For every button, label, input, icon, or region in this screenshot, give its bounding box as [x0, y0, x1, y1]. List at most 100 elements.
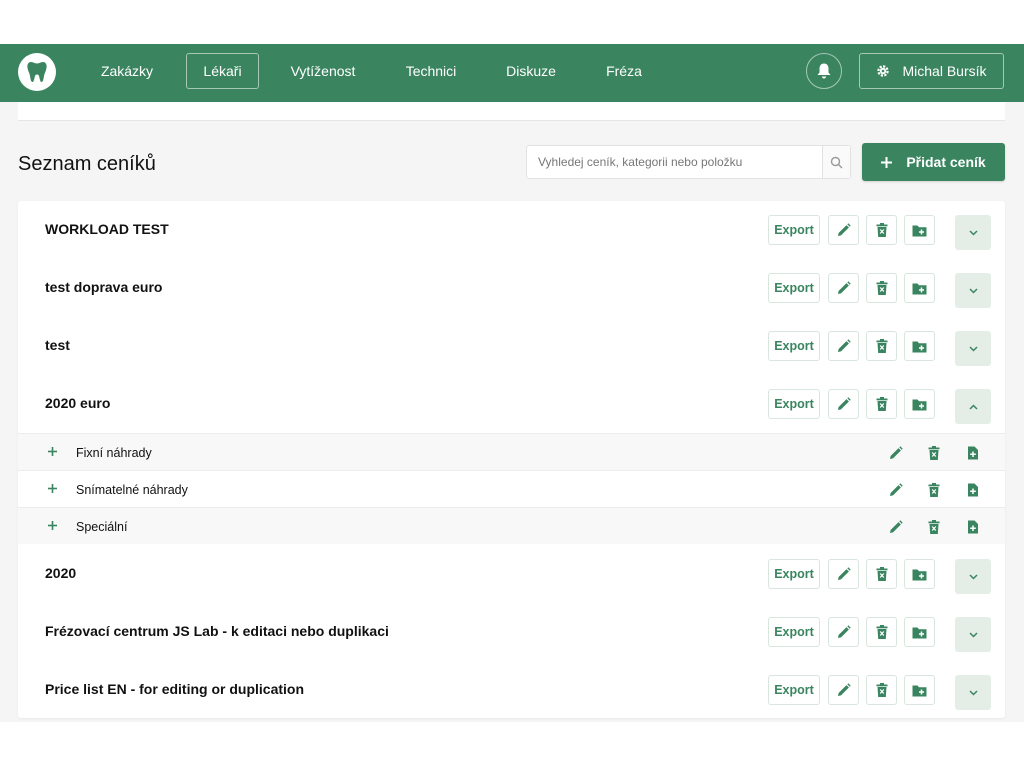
- edit-pricelist-button[interactable]: [828, 389, 859, 419]
- pencil-icon: [890, 446, 903, 459]
- delete-pricelist-button[interactable]: [866, 331, 897, 361]
- edit-pricelist-button[interactable]: [828, 331, 859, 361]
- add-category-button[interactable]: [904, 675, 935, 705]
- pricelist-row: Frézovací centrum JS Lab - k editaci neb…: [18, 603, 1005, 661]
- pencil-icon: [837, 397, 851, 410]
- folder-plus-icon: [912, 225, 927, 236]
- edit-category-button[interactable]: [887, 481, 905, 499]
- category-row: Speciální: [18, 507, 1005, 544]
- trash-icon: [876, 397, 887, 411]
- nav-item-lekari[interactable]: Lékaři: [186, 53, 259, 89]
- edit-pricelist-button[interactable]: [828, 215, 859, 245]
- export-button[interactable]: Export: [768, 389, 820, 419]
- top-navbar: Zakázky Lékaři Vytíženost Technici Disku…: [0, 44, 1024, 102]
- delete-pricelist-button[interactable]: [866, 273, 897, 303]
- pricelist-row: WORKLOAD TEST Export: [18, 201, 1005, 259]
- export-button[interactable]: Export: [768, 273, 820, 303]
- edit-category-button[interactable]: [887, 518, 905, 536]
- expand-pricelist-button[interactable]: [955, 215, 991, 250]
- add-category-button[interactable]: [904, 331, 935, 361]
- add-item-button[interactable]: [964, 518, 982, 536]
- pricelist-name: 2020: [45, 565, 77, 581]
- delete-pricelist-button[interactable]: [866, 675, 897, 705]
- nav-item-diskuze[interactable]: Diskuze: [492, 53, 570, 89]
- file-plus-icon: [968, 483, 978, 497]
- plus-icon: [47, 446, 57, 456]
- file-plus-icon: [968, 446, 978, 460]
- add-category-button[interactable]: [904, 617, 935, 647]
- user-menu-button[interactable]: Michal Bursík: [859, 53, 1004, 89]
- folder-plus-icon: [912, 569, 927, 580]
- pricelist-name: Frézovací centrum JS Lab - k editaci neb…: [45, 623, 389, 639]
- delete-pricelist-button[interactable]: [866, 617, 897, 647]
- add-category-button[interactable]: [904, 559, 935, 589]
- folder-plus-icon: [912, 399, 927, 410]
- pencil-icon: [837, 281, 851, 294]
- pricelist-row: test doprava euro Export: [18, 259, 1005, 317]
- expand-pricelist-button[interactable]: [955, 273, 991, 308]
- add-pricelist-label: Přidat ceník: [906, 154, 986, 170]
- add-pricelist-button[interactable]: Přidat ceník: [862, 143, 1005, 181]
- folder-plus-icon: [912, 341, 927, 352]
- category-name: Speciální: [76, 520, 128, 534]
- expand-category-button[interactable]: [45, 444, 59, 458]
- expand-pricelist-button[interactable]: [955, 675, 991, 710]
- edit-pricelist-button[interactable]: [828, 273, 859, 303]
- pricelist-row: 2020 Export: [18, 545, 1005, 603]
- trash-icon: [928, 520, 940, 534]
- page-title: Seznam ceníků: [18, 153, 156, 175]
- pencil-icon: [837, 625, 851, 638]
- expand-pricelist-button[interactable]: [955, 559, 991, 594]
- export-button[interactable]: Export: [768, 675, 820, 705]
- nav-item-vytizenost[interactable]: Vytíženost: [278, 53, 368, 89]
- search-button[interactable]: [822, 146, 850, 178]
- edit-pricelist-button[interactable]: [828, 617, 859, 647]
- edit-category-button[interactable]: [887, 444, 905, 462]
- export-button[interactable]: Export: [768, 559, 820, 589]
- search-input[interactable]: [527, 146, 823, 178]
- edit-pricelist-button[interactable]: [828, 559, 859, 589]
- file-plus-icon: [968, 520, 978, 534]
- edit-pricelist-button[interactable]: [828, 675, 859, 705]
- search-box: [526, 145, 851, 179]
- gear-icon: [877, 65, 890, 77]
- expand-category-button[interactable]: [45, 518, 59, 532]
- delete-pricelist-button[interactable]: [866, 215, 897, 245]
- top-panel-strip: [18, 102, 1005, 121]
- expand-pricelist-button[interactable]: [955, 617, 991, 652]
- nav-item-technici[interactable]: Technici: [392, 53, 470, 89]
- pricelist-card: WORKLOAD TEST Export test doprava euro E…: [18, 201, 1005, 718]
- delete-category-button[interactable]: [925, 518, 943, 536]
- pencil-icon: [837, 567, 851, 580]
- logo[interactable]: [18, 53, 56, 91]
- folder-plus-icon: [912, 685, 927, 696]
- folder-plus-icon: [912, 627, 927, 638]
- export-button[interactable]: Export: [768, 331, 820, 361]
- delete-pricelist-button[interactable]: [866, 559, 897, 589]
- bell-icon: [817, 63, 831, 79]
- collapse-pricelist-button[interactable]: [955, 389, 991, 424]
- add-category-button[interactable]: [904, 273, 935, 303]
- export-button[interactable]: Export: [768, 617, 820, 647]
- expand-category-button[interactable]: [45, 481, 59, 495]
- chevron-down-icon: [968, 345, 978, 352]
- pricelist-name: test doprava euro: [45, 279, 163, 295]
- delete-pricelist-button[interactable]: [866, 389, 897, 419]
- notifications-button[interactable]: [806, 53, 842, 89]
- add-category-button[interactable]: [904, 215, 935, 245]
- delete-category-button[interactable]: [925, 444, 943, 462]
- add-item-button[interactable]: [964, 444, 982, 462]
- nav-item-freza[interactable]: Fréza: [592, 53, 656, 89]
- export-button[interactable]: Export: [768, 215, 820, 245]
- folder-plus-icon: [912, 283, 927, 294]
- add-item-button[interactable]: [964, 481, 982, 499]
- trash-icon: [928, 483, 940, 497]
- plus-icon: [47, 520, 57, 530]
- chevron-down-icon: [968, 631, 978, 638]
- expand-pricelist-button[interactable]: [955, 331, 991, 366]
- plus-icon: [881, 156, 893, 168]
- chevron-down-icon: [968, 287, 978, 294]
- nav-item-zakazky[interactable]: Zakázky: [88, 53, 166, 89]
- delete-category-button[interactable]: [925, 481, 943, 499]
- add-category-button[interactable]: [904, 389, 935, 419]
